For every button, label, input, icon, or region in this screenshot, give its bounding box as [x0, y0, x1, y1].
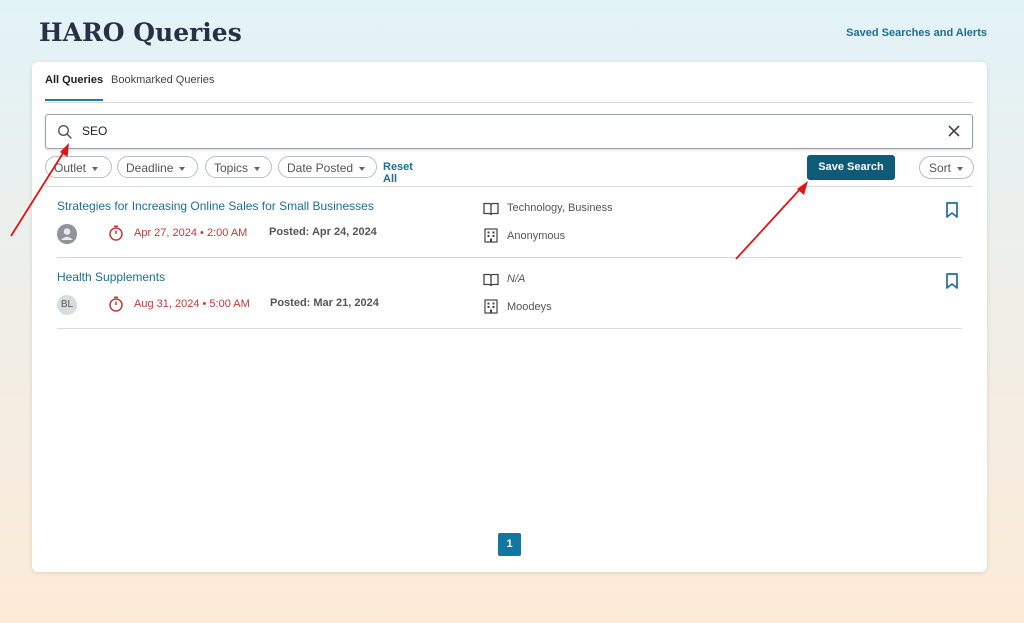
book-icon: [483, 202, 499, 216]
deadline-text: Aug 31, 2024 • 5:00 AM: [134, 298, 250, 310]
search-icon: [57, 124, 72, 139]
sort-dropdown[interactable]: Sort: [919, 156, 974, 179]
save-search-button[interactable]: Save Search: [807, 155, 895, 180]
bookmark-icon[interactable]: [946, 202, 958, 218]
query-topics: Technology, Business: [507, 202, 613, 214]
stopwatch-icon: [109, 296, 123, 312]
filter-outlet-label: Outlet: [54, 161, 87, 175]
filter-topics-label: Topics: [214, 161, 249, 175]
close-icon[interactable]: [947, 124, 961, 138]
query-title[interactable]: Health Supplements: [57, 270, 165, 284]
user-icon: [57, 224, 77, 244]
reset-all-link[interactable]: Reset All: [383, 161, 413, 185]
query-topics: N/A: [507, 273, 526, 285]
search-input[interactable]: [82, 115, 922, 146]
building-icon: [484, 299, 498, 314]
stopwatch-icon: [109, 225, 123, 241]
chevron-down-icon: [179, 166, 186, 171]
filter-deadline[interactable]: Deadline: [117, 156, 198, 178]
bookmark-icon[interactable]: [946, 273, 958, 289]
chevron-down-icon: [957, 166, 964, 171]
filter-topics[interactable]: Topics: [205, 156, 272, 178]
query-organization: Moodeys: [507, 301, 552, 313]
avatar: [57, 224, 77, 244]
building-icon: [484, 228, 498, 243]
saved-searches-link[interactable]: Saved Searches and Alerts: [846, 27, 987, 39]
filter-date-posted-label: Date Posted: [287, 161, 354, 175]
posted-date: Posted: Apr 24, 2024: [269, 226, 377, 238]
filter-deadline-label: Deadline: [126, 161, 174, 175]
avatar: BL: [57, 295, 77, 315]
query-row: Strategies for Increasing Online Sales f…: [57, 187, 962, 258]
chevron-down-icon: [254, 166, 261, 171]
tab-all-queries[interactable]: All Queries: [45, 74, 104, 101]
chevron-down-icon: [92, 166, 99, 171]
deadline-text: Apr 27, 2024 • 2:00 AM: [134, 227, 248, 239]
filter-outlet[interactable]: Outlet: [45, 156, 112, 178]
tab-bar: All Queries Bookmarked Queries: [45, 62, 973, 103]
query-organization: Anonymous: [507, 230, 566, 242]
pagination-page-1[interactable]: 1: [498, 533, 521, 556]
page-title: HARO Queries: [39, 18, 242, 47]
tab-bookmarked-queries[interactable]: Bookmarked Queries: [111, 74, 214, 86]
sort-label: Sort: [929, 161, 952, 175]
chevron-down-icon: [359, 166, 366, 171]
query-title[interactable]: Strategies for Increasing Online Sales f…: [57, 199, 374, 213]
query-row: Health Supplements BL Aug 31, 2024 • 5:0…: [57, 258, 962, 329]
filter-date-posted[interactable]: Date Posted: [278, 156, 377, 178]
search-box: [45, 114, 973, 149]
queries-card: All Queries Bookmarked Queries Outlet De…: [32, 62, 987, 572]
posted-date: Posted: Mar 21, 2024: [270, 297, 379, 309]
book-icon: [483, 273, 499, 287]
